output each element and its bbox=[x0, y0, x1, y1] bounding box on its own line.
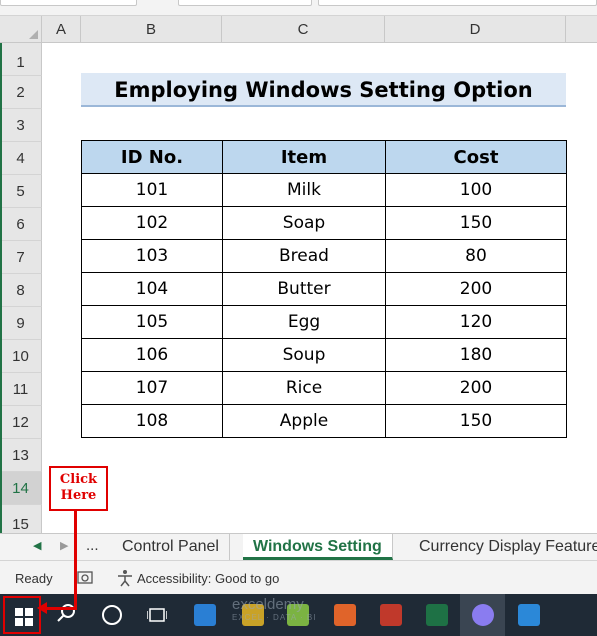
windows-taskbar: exceldemy EXCEL · DATA · BI bbox=[0, 594, 597, 636]
column-header-e[interactable] bbox=[566, 16, 597, 43]
status-bar: Ready Accessibility: Good to go bbox=[0, 560, 597, 594]
row-header-14[interactable]: 14 bbox=[0, 472, 42, 505]
windows-logo-icon bbox=[15, 608, 23, 616]
windows-start-button[interactable] bbox=[3, 596, 41, 634]
macro-record-icon[interactable] bbox=[77, 570, 95, 586]
table-row: 101 Milk 100 bbox=[81, 173, 567, 207]
cell-item[interactable]: Bread bbox=[222, 239, 386, 273]
status-accessibility[interactable]: Accessibility: Good to go bbox=[137, 571, 279, 586]
cell-id[interactable]: 105 bbox=[81, 305, 223, 339]
name-box[interactable] bbox=[0, 0, 137, 6]
status-ready: Ready bbox=[15, 571, 53, 586]
callout-line-2: Here bbox=[60, 488, 97, 503]
tab-currency-display-features[interactable]: Currency Display Features bbox=[409, 534, 597, 560]
watermark-name: exceldemy bbox=[232, 596, 304, 613]
cell-cost[interactable]: 120 bbox=[385, 305, 567, 339]
cortana-icon[interactable] bbox=[102, 605, 122, 625]
annotation-arrow-line-horizontal bbox=[44, 607, 77, 610]
cell-cost[interactable]: 200 bbox=[385, 272, 567, 306]
column-header-a[interactable]: A bbox=[42, 16, 81, 43]
cell-cost[interactable]: 80 bbox=[385, 239, 567, 273]
header-id[interactable]: ID No. bbox=[81, 140, 223, 174]
row-header-2[interactable]: 2 bbox=[0, 76, 42, 109]
selection-indicator bbox=[0, 43, 2, 540]
table-header-row: ID No. Item Cost bbox=[81, 140, 567, 174]
column-header-b[interactable]: B bbox=[81, 16, 222, 43]
annotation-arrow-head bbox=[37, 602, 47, 614]
app-icon-7[interactable] bbox=[472, 604, 494, 626]
cell-item[interactable]: Apple bbox=[222, 404, 386, 438]
row-header-5[interactable]: 5 bbox=[0, 175, 42, 208]
table-row: 106 Soup 180 bbox=[81, 338, 567, 372]
row-header-10[interactable]: 10 bbox=[0, 340, 42, 373]
row-header-4[interactable]: 4 bbox=[0, 142, 42, 175]
row-header-6[interactable]: 6 bbox=[0, 208, 42, 241]
cell-cost[interactable]: 180 bbox=[385, 338, 567, 372]
sheet-tab-bar: ◀ ▶ ... Control Panel Windows Setting Cu… bbox=[0, 533, 597, 560]
app-icon-4[interactable] bbox=[334, 604, 356, 626]
watermark-tag: EXCEL · DATA · BI bbox=[232, 613, 317, 622]
task-view-icon[interactable] bbox=[147, 605, 167, 625]
search-icon[interactable] bbox=[56, 603, 76, 623]
cell-item[interactable]: Milk bbox=[222, 173, 386, 207]
cell-cost[interactable]: 200 bbox=[385, 371, 567, 405]
annotation-arrow-line bbox=[74, 511, 77, 610]
cell-cost[interactable]: 100 bbox=[385, 173, 567, 207]
cell-item[interactable]: Egg bbox=[222, 305, 386, 339]
table-row: 102 Soap 150 bbox=[81, 206, 567, 240]
header-item[interactable]: Item bbox=[222, 140, 386, 174]
cell-id[interactable]: 106 bbox=[81, 338, 223, 372]
app-icon-8[interactable] bbox=[518, 604, 540, 626]
cell-id[interactable]: 107 bbox=[81, 371, 223, 405]
row-header-3[interactable]: 3 bbox=[0, 109, 42, 142]
table-row: 103 Bread 80 bbox=[81, 239, 567, 273]
watermark-logo: exceldemy EXCEL · DATA · BI bbox=[232, 596, 316, 622]
column-header-d[interactable]: D bbox=[385, 16, 566, 43]
row-header-8[interactable]: 8 bbox=[0, 274, 42, 307]
select-all-corner[interactable] bbox=[0, 16, 42, 43]
tab-control-panel[interactable]: Control Panel bbox=[112, 534, 230, 560]
cell-id[interactable]: 102 bbox=[81, 206, 223, 240]
data-table: ID No. Item Cost 101 Milk 100 102 Soap 150 1… bbox=[81, 140, 567, 438]
cell-id[interactable]: 104 bbox=[81, 272, 223, 306]
row-header-11[interactable]: 11 bbox=[0, 373, 42, 406]
sheet-title[interactable]: Employing Windows Setting Option bbox=[81, 73, 566, 107]
row-header-13[interactable]: 13 bbox=[0, 439, 42, 472]
header-cost[interactable]: Cost bbox=[385, 140, 567, 174]
table-row: 107 Rice 200 bbox=[81, 371, 567, 405]
accessibility-icon[interactable] bbox=[116, 569, 134, 587]
excel-app-icon[interactable] bbox=[426, 604, 448, 626]
cell-id[interactable]: 101 bbox=[81, 173, 223, 207]
tab-scroll-right-icon[interactable]: ▶ bbox=[60, 539, 68, 552]
click-here-callout: Click Here bbox=[49, 466, 108, 511]
row-header-1[interactable]: 1 bbox=[0, 43, 42, 76]
cell-item[interactable]: Rice bbox=[222, 371, 386, 405]
worksheet[interactable]: A B C D 1 2 3 4 5 6 7 8 9 10 11 12 13 14… bbox=[0, 16, 597, 540]
tab-windows-setting[interactable]: Windows Setting bbox=[243, 534, 393, 560]
cell-id[interactable]: 103 bbox=[81, 239, 223, 273]
row-header-7[interactable]: 7 bbox=[0, 241, 42, 274]
cell-id[interactable]: 108 bbox=[81, 404, 223, 438]
app-icon-5[interactable] bbox=[380, 604, 402, 626]
row-header-12[interactable]: 12 bbox=[0, 406, 42, 439]
cell-cost[interactable]: 150 bbox=[385, 404, 567, 438]
tab-scroll-left-icon[interactable]: ◀ bbox=[33, 539, 41, 552]
table-row: 104 Butter 200 bbox=[81, 272, 567, 306]
column-header-c[interactable]: C bbox=[222, 16, 385, 43]
cell-cost[interactable]: 150 bbox=[385, 206, 567, 240]
cell-item[interactable]: Soup bbox=[222, 338, 386, 372]
table-row: 108 Apple 150 bbox=[81, 404, 567, 438]
formula-controls[interactable] bbox=[178, 0, 312, 6]
formula-input[interactable] bbox=[318, 0, 597, 6]
app-icon-1[interactable] bbox=[194, 604, 216, 626]
callout-line-1: Click bbox=[59, 472, 98, 487]
row-header-9[interactable]: 9 bbox=[0, 307, 42, 340]
cell-item[interactable]: Soap bbox=[222, 206, 386, 240]
table-row: 105 Egg 120 bbox=[81, 305, 567, 339]
formula-bar-area bbox=[0, 0, 597, 16]
tab-overflow-button[interactable]: ... bbox=[86, 537, 99, 554]
cell-item[interactable]: Butter bbox=[222, 272, 386, 306]
